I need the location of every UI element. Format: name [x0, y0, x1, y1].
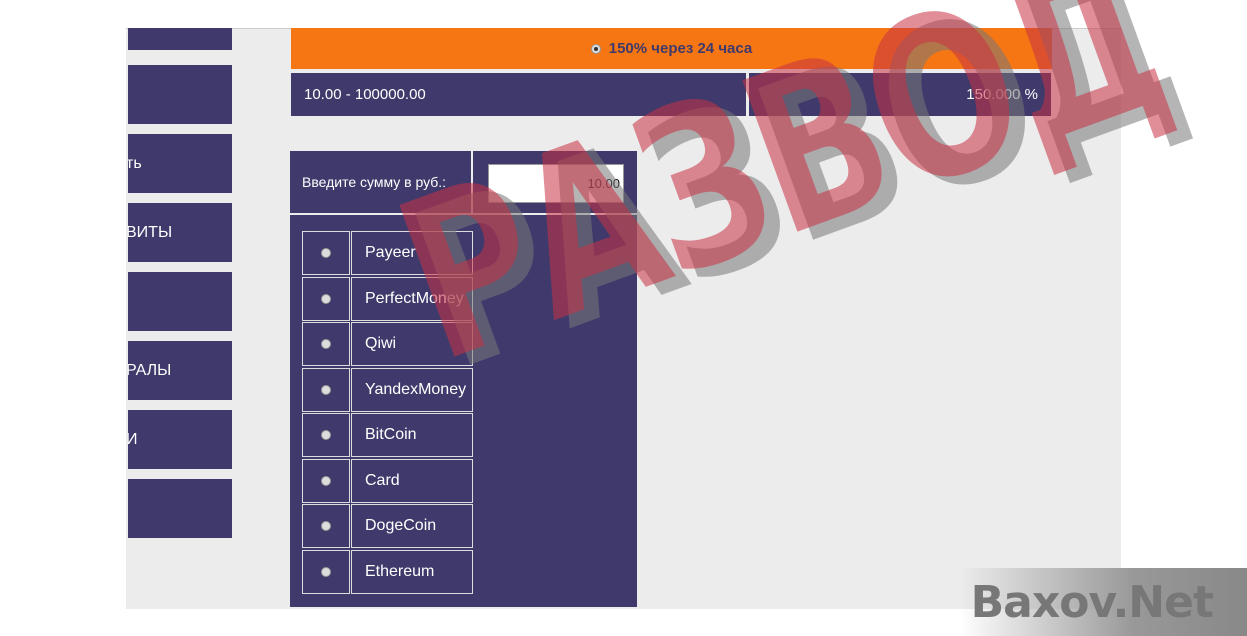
payment-radio[interactable] [321, 475, 331, 486]
sidebar-item-label: ВИТЫ [128, 223, 173, 241]
payment-radio[interactable] [321, 521, 331, 531]
payment-radio-cell[interactable] [302, 322, 350, 366]
payment-radio-cell[interactable] [302, 549, 350, 594]
payment-method-label[interactable]: DogeCoin [351, 504, 473, 548]
sidebar-item-1[interactable] [128, 28, 232, 50]
payment-radio[interactable] [321, 339, 331, 349]
site-logo: Baxov.Net [960, 568, 1247, 636]
sidebar-item-label: ть [128, 154, 142, 172]
sidebar-item-7[interactable]: И [128, 410, 232, 469]
plan-radio[interactable] [590, 43, 601, 54]
payment-radio-cell[interactable] [302, 413, 350, 457]
payment-method-label[interactable]: Ethereum [351, 549, 473, 594]
sidebar-item-label: РАЛЫ [128, 361, 172, 379]
sidebar-item-5[interactable] [128, 272, 232, 331]
payment-radio-cell[interactable] [302, 231, 350, 275]
sidebar-item-3[interactable]: ть [128, 134, 232, 193]
payment-radio-cell[interactable] [302, 504, 350, 548]
payment-radio[interactable] [321, 248, 331, 258]
payment-radio[interactable] [321, 293, 331, 304]
payment-radio[interactable] [321, 430, 331, 440]
payment-radio-cell[interactable] [302, 367, 350, 412]
payment-radio[interactable] [321, 384, 331, 395]
sidebar-item-label: И [128, 430, 138, 448]
sidebar-item-8[interactable] [128, 479, 232, 538]
sidebar-item-4[interactable]: ВИТЫ [128, 203, 232, 262]
payment-radio-cell[interactable] [302, 458, 350, 503]
sidebar-item-6[interactable]: РАЛЫ [128, 341, 232, 400]
payment-radio-cell[interactable] [302, 276, 350, 321]
payment-method-label[interactable]: BitCoin [351, 413, 473, 457]
payment-radio[interactable] [321, 566, 331, 577]
payment-method-label[interactable]: Card [351, 458, 473, 503]
sidebar-item-2[interactable] [128, 65, 232, 124]
